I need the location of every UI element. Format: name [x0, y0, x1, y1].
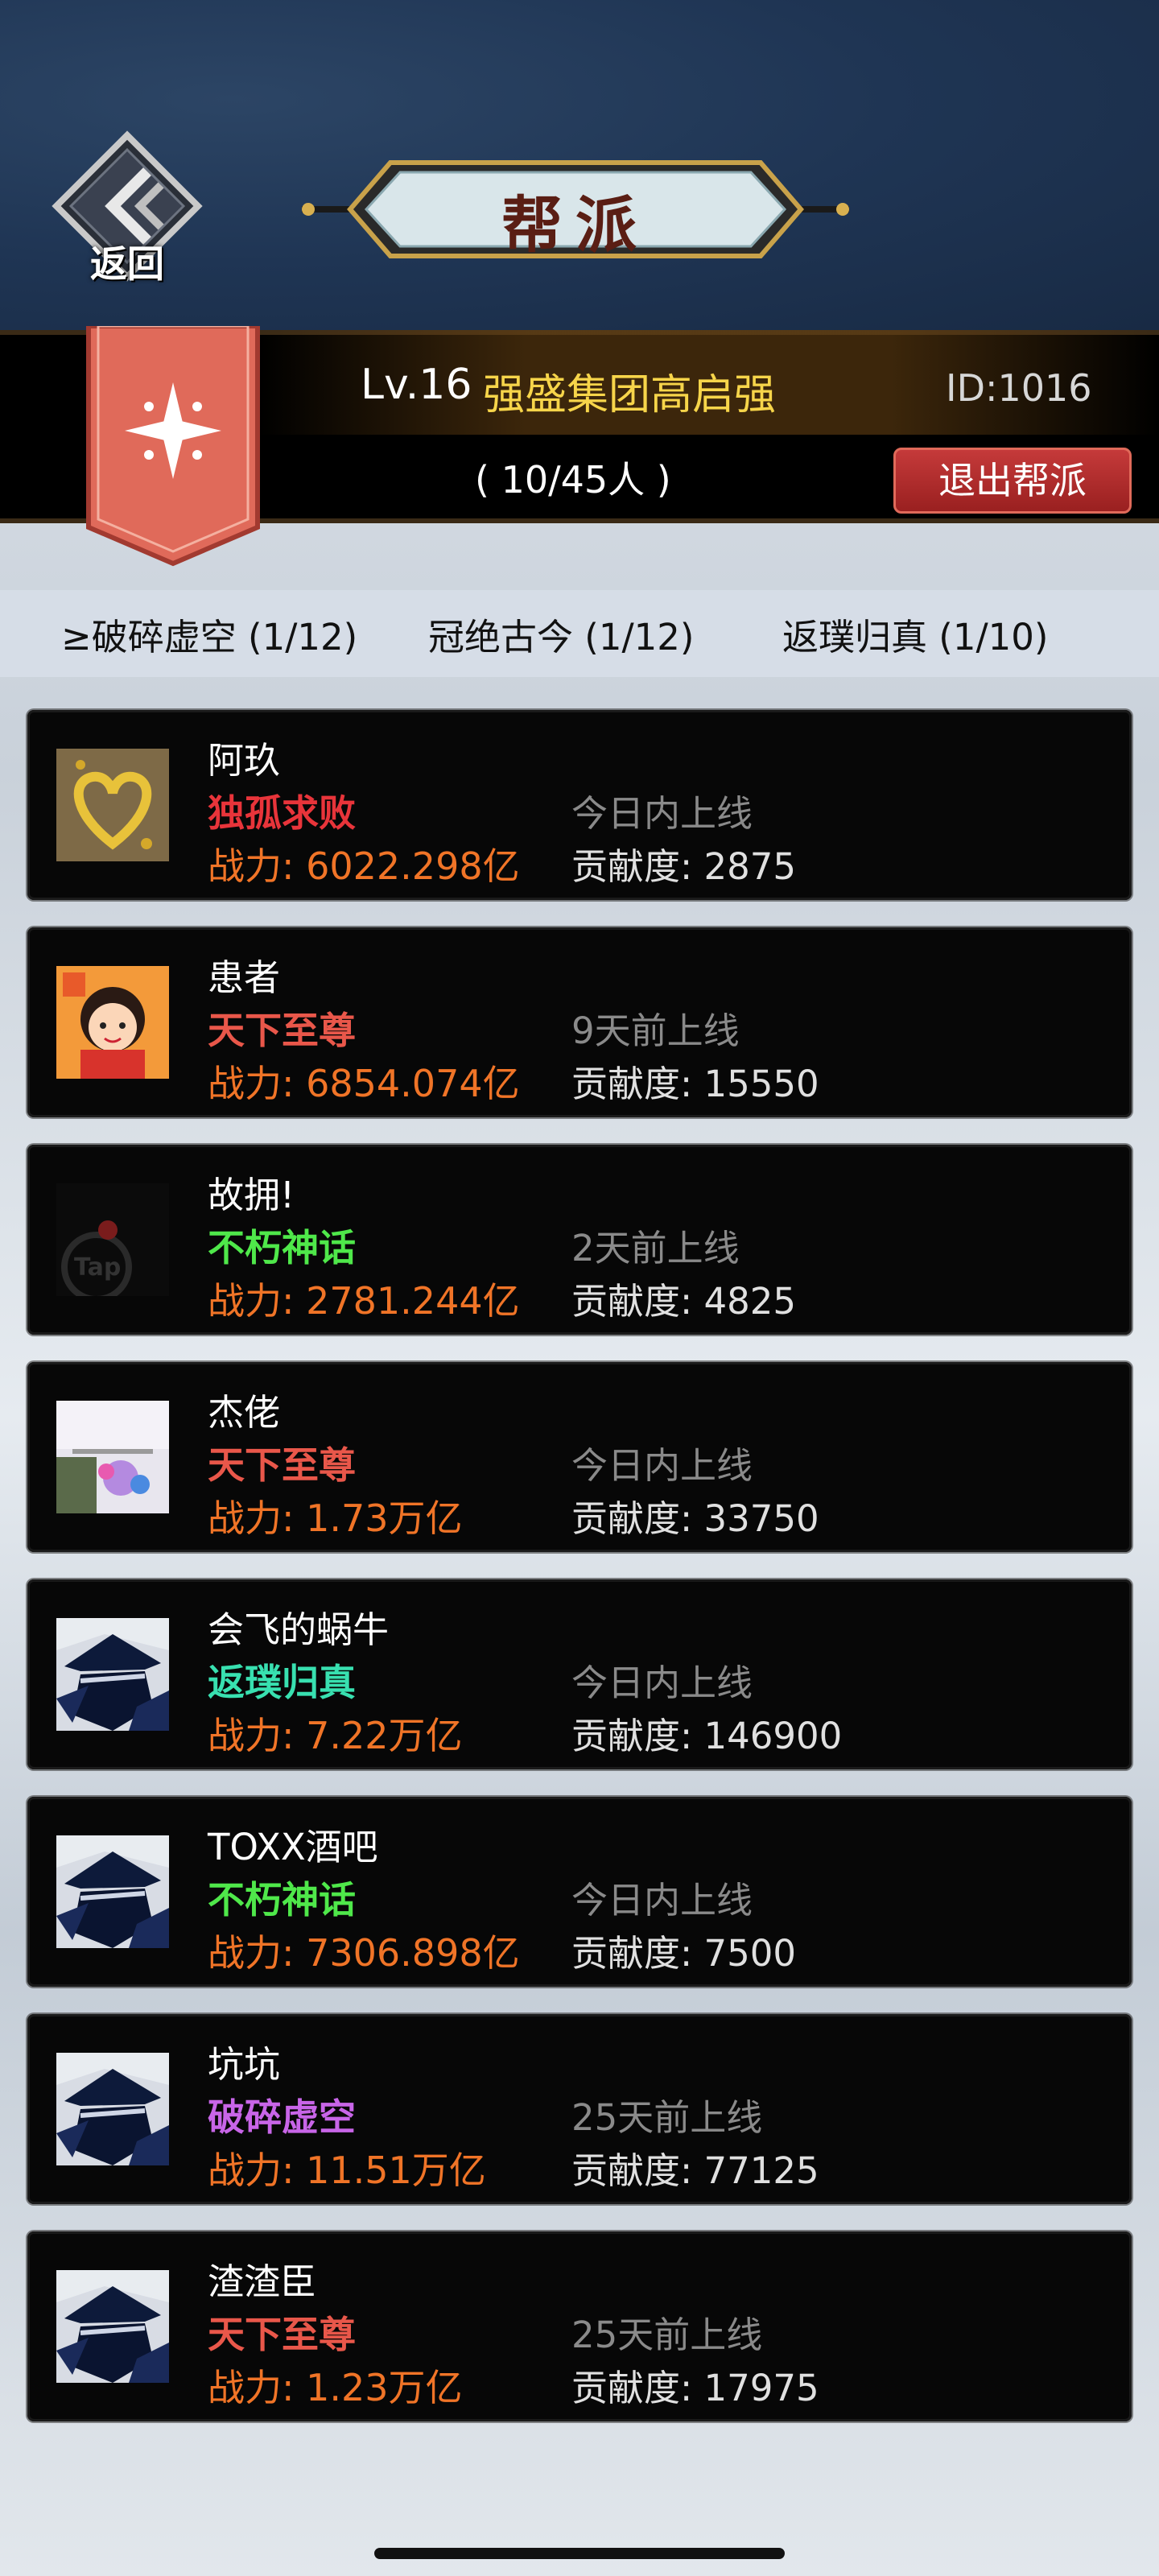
member-avatar: [56, 1835, 169, 1948]
member-count: ( 10/45人 ): [475, 458, 671, 502]
member-card[interactable]: 阿玖独孤求败战力: 6022.298亿 今日内上线贡献度: 2875: [27, 710, 1132, 900]
rank-tab-peerless[interactable]: 冠绝古今 (1/12): [428, 608, 694, 660]
page-title: 帮派: [501, 189, 650, 261]
member-name: 阿玖: [208, 739, 281, 782]
member-name: 故拥!: [208, 1174, 295, 1216]
member-online-status: 9天前上线: [571, 1009, 740, 1052]
guild-id: ID:1016: [946, 366, 1092, 410]
guild-level: Lv.16: [361, 361, 472, 409]
rank-tab-return-simplicity[interactable]: 返璞归真 (1/10): [782, 608, 1048, 660]
member-avatar: [56, 1401, 169, 1513]
member-online-status: 25天前上线: [571, 2096, 763, 2139]
member-power: 战力: 1.23万亿: [208, 2366, 463, 2409]
member-contribution: 贡献度: 33750: [571, 1497, 819, 1540]
member-power: 战力: 6022.298亿: [208, 844, 520, 888]
member-rank: 天下至尊: [208, 2313, 356, 2356]
member-card[interactable]: 坑坑破碎虚空战力: 11.51万亿 25天前上线贡献度: 77125: [27, 2014, 1132, 2204]
member-avatar: [56, 1618, 169, 1731]
member-rank: 破碎虚空: [208, 2095, 356, 2139]
member-name: 渣渣臣: [208, 2260, 317, 2303]
member-name: 坑坑: [208, 2043, 281, 2086]
member-online-status: 今日内上线: [571, 792, 753, 835]
member-online-status: 2天前上线: [571, 1227, 740, 1269]
member-card[interactable]: 患者天下至尊战力: 6854.074亿 9天前上线贡献度: 15550: [27, 927, 1132, 1117]
member-online-status: 今日内上线: [571, 1444, 753, 1487]
member-avatar: [56, 749, 169, 861]
exit-guild-button[interactable]: 退出帮派: [893, 448, 1132, 514]
rank-tab-shatter-void[interactable]: ≥破碎虚空 (1/12): [61, 608, 357, 660]
member-contribution: 贡献度: 77125: [571, 2149, 819, 2192]
member-power: 战力: 6854.074亿: [208, 1062, 520, 1105]
home-indicator[interactable]: [374, 2548, 785, 2559]
member-contribution: 贡献度: 17975: [571, 2367, 819, 2409]
member-card[interactable]: Tap 故拥! 不朽神话战力: 2781.244亿 2天前上线贡献度: 4825: [27, 1145, 1132, 1335]
member-rank: 独孤求败: [208, 791, 356, 835]
member-power: 战力: 2781.244亿: [208, 1279, 520, 1323]
member-rank: 返璞归真: [208, 1661, 356, 1704]
svg-text:Tap: Tap: [74, 1253, 121, 1282]
member-contribution: 贡献度: 4825: [571, 1280, 796, 1323]
member-contribution: 贡献度: 146900: [571, 1715, 843, 1757]
back-label: 返回: [90, 242, 164, 286]
member-power: 战力: 7306.898亿: [208, 1931, 520, 1975]
member-rank: 不朽神话: [208, 1226, 356, 1269]
member-name: 会飞的蜗牛: [208, 1608, 390, 1651]
member-name: 患者: [208, 956, 281, 999]
member-name: TOXX酒吧: [208, 1826, 378, 1868]
member-contribution: 贡献度: 15550: [571, 1063, 819, 1105]
member-contribution: 贡献度: 7500: [571, 1932, 796, 1975]
member-rank: 天下至尊: [208, 1443, 356, 1487]
member-card[interactable]: 渣渣臣天下至尊战力: 1.23万亿 25天前上线贡献度: 17975: [27, 2231, 1132, 2421]
member-avatar: [56, 2053, 169, 2165]
member-avatar: [56, 2270, 169, 2383]
member-rank: 不朽神话: [208, 1878, 356, 1922]
member-card[interactable]: TOXX酒吧 不朽神话战力: 7306.898亿 今日内上线贡献度: 7500: [27, 1797, 1132, 1987]
member-avatar: Tap: [56, 1183, 169, 1296]
member-online-status: 今日内上线: [571, 1662, 753, 1704]
member-avatar: [56, 966, 169, 1079]
member-contribution: 贡献度: 2875: [571, 845, 796, 888]
member-power: 战力: 11.51万亿: [208, 2149, 486, 2192]
member-online-status: 25天前上线: [571, 2314, 763, 2356]
member-rank: 天下至尊: [208, 1009, 356, 1052]
member-power: 战力: 7.22万亿: [208, 1714, 463, 1757]
member-card[interactable]: 杰佬天下至尊战力: 1.73万亿 今日内上线贡献度: 33750: [27, 1362, 1132, 1552]
member-power: 战力: 1.73万亿: [208, 1496, 463, 1540]
member-online-status: 今日内上线: [571, 1879, 753, 1922]
guild-name: 强盛集团高启强: [483, 371, 777, 419]
member-card[interactable]: 会飞的蜗牛返璞归真战力: 7.22万亿 今日内上线贡献度: 146900: [27, 1579, 1132, 1769]
member-name: 杰佬: [208, 1391, 281, 1434]
guild-emblem-banner: [86, 326, 260, 567]
